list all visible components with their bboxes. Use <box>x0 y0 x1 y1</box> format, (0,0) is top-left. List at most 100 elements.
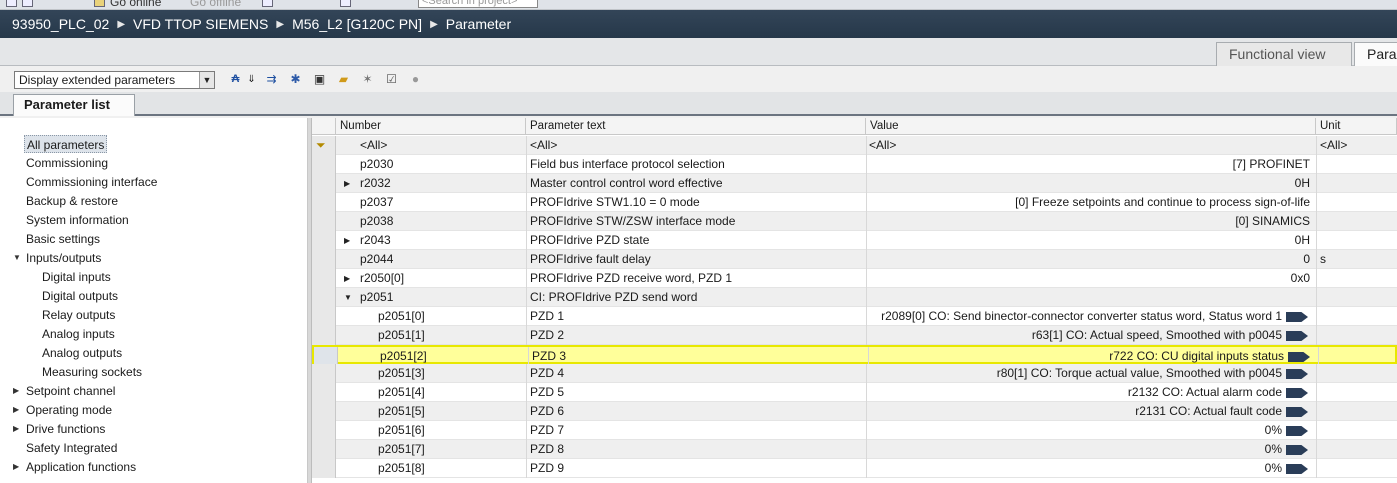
table-row[interactable]: p2051[2] PZD 3 r722 CO: CU digital inputs … <box>312 345 1397 366</box>
sidebar-item[interactable]: Measuring sockets <box>42 363 142 381</box>
status-circle-icon[interactable]: ● <box>408 72 423 87</box>
table-row[interactable]: p2051[3] PZD 4 r80[1] CO: Torque actual va… <box>312 364 1397 383</box>
parameter-value[interactable]: 0H <box>866 231 1312 250</box>
table-row[interactable]: ▶ r2050[0] PROFIdrive PZD receive word, PZ… <box>312 269 1397 288</box>
table-row[interactable]: p2051[7] PZD 8 0% <box>312 440 1397 459</box>
column-header-value[interactable]: Value <box>866 118 1316 135</box>
row-header[interactable] <box>312 421 336 440</box>
sidebar-item[interactable]: Digital outputs <box>42 287 118 305</box>
table-row[interactable]: p2051[5] PZD 6 r2131 CO: Actual fault code <box>312 402 1397 421</box>
wizard-icon[interactable]: ✶ <box>360 72 375 87</box>
go-online-icon[interactable] <box>94 0 105 7</box>
row-header[interactable] <box>312 383 336 402</box>
go-offline-button[interactable]: Go offline <box>190 0 241 9</box>
parameter-value[interactable] <box>866 288 1312 307</box>
row-header[interactable] <box>312 231 336 250</box>
column-header-text[interactable]: Parameter text <box>526 118 866 135</box>
row-header[interactable] <box>312 440 336 459</box>
sidebar-item[interactable]: Relay outputs <box>42 306 115 324</box>
parameter-value[interactable]: 0H <box>866 174 1312 193</box>
row-header[interactable] <box>312 288 336 307</box>
parameter-value[interactable]: r2132 CO: Actual alarm code <box>866 383 1284 402</box>
parameter-value[interactable]: 0% <box>866 459 1284 478</box>
filter-icon[interactable]: ⏷ <box>316 138 332 153</box>
row-header[interactable] <box>312 364 336 383</box>
sidebar-item[interactable]: Backup & restore <box>26 192 118 210</box>
breadcrumb-item[interactable]: M56_L2 [G120C PN] <box>292 16 422 32</box>
connector-arrow-icon[interactable] <box>1286 331 1308 341</box>
breadcrumb-item[interactable]: VFD TTOP SIEMENS <box>133 16 268 32</box>
row-header[interactable] <box>312 250 336 269</box>
table-row[interactable]: p2037 PROFIdrive STW1.10 = 0 mode [0] Free… <box>312 193 1397 212</box>
row-header[interactable] <box>312 155 336 174</box>
save-icon[interactable]: ▣ <box>312 72 327 87</box>
display-mode-select[interactable]: Display extended parameters ▼ <box>14 71 215 89</box>
project-search-input[interactable]: <Search in project> <box>418 0 538 8</box>
toolbar-icon[interactable] <box>22 0 33 7</box>
connector-arrow-icon[interactable] <box>1288 352 1310 362</box>
row-header[interactable] <box>312 269 336 288</box>
table-row[interactable]: ▶ r2032 Master control control word effect… <box>312 174 1397 193</box>
sidebar-item[interactable]: Analog outputs <box>42 344 122 362</box>
parameter-value[interactable]: 0% <box>866 440 1284 459</box>
filter-unit[interactable]: <All> <box>1318 136 1347 155</box>
row-header[interactable] <box>312 459 336 478</box>
connector-arrow-icon[interactable] <box>1286 426 1308 436</box>
table-row[interactable]: ▶ r2043 PROFIdrive PZD state 0H <box>312 231 1397 250</box>
collapsed-arrow-icon[interactable]: ▶ <box>344 269 350 288</box>
sort-icon[interactable]: ₳ <box>228 72 243 87</box>
table-row[interactable]: p2051[8] PZD 9 0% <box>312 459 1397 478</box>
sidebar-item[interactable]: ▶ Operating mode <box>13 401 112 419</box>
table-row[interactable]: p2051[1] PZD 2 r63[1] CO: Actual speed, Sm… <box>312 326 1397 345</box>
connector-arrow-icon[interactable] <box>1286 464 1308 474</box>
connector-arrow-icon[interactable] <box>1286 445 1308 455</box>
sidebar-item[interactable]: All parameters <box>24 135 108 153</box>
table-row[interactable]: ▼ p2051 CI: PROFIdrive PZD send word <box>312 288 1397 307</box>
go-online-button[interactable]: Go online <box>110 0 161 9</box>
sidebar-item[interactable]: Analog inputs <box>42 325 115 343</box>
expanded-arrow-icon[interactable]: ▼ <box>344 288 352 307</box>
row-header[interactable] <box>312 326 336 345</box>
export-icon[interactable]: ⇉ <box>264 72 279 87</box>
parameter-value[interactable]: [0] Freeze setpoints and continue to pro… <box>866 193 1312 212</box>
sidebar-item[interactable]: Commissioning interface <box>26 173 157 191</box>
table-row[interactable]: p2051[4] PZD 5 r2132 CO: Actual alarm code <box>312 383 1397 402</box>
filter-value[interactable]: <All> <box>869 136 896 155</box>
row-header[interactable] <box>312 402 336 421</box>
parameter-value[interactable]: r2089[0] CO: Send binector-connector con… <box>866 307 1284 326</box>
checkbox-icon[interactable]: ☑ <box>384 72 399 87</box>
filter-number[interactable]: <All> <box>360 136 387 155</box>
table-row[interactable]: p2051[6] PZD 7 0% <box>312 421 1397 440</box>
toolbar-icon[interactable] <box>262 0 273 7</box>
column-header-number[interactable]: Number <box>336 118 526 135</box>
sidebar-item[interactable]: Digital inputs <box>42 268 111 286</box>
toolbar-icon[interactable] <box>340 0 351 7</box>
collapsed-arrow-icon[interactable]: ▶ <box>13 420 19 438</box>
tab-parameter-list[interactable]: Parameter list <box>13 94 135 116</box>
sidebar-item[interactable]: ▶ Drive functions <box>13 420 105 438</box>
parameter-value[interactable]: [0] SINAMICS <box>866 212 1312 231</box>
new-icon[interactable]: ✱ <box>288 72 303 87</box>
table-row[interactable]: p2030 Field bus interface protocol select… <box>312 155 1397 174</box>
parameter-value[interactable]: r80[1] CO: Torque actual value, Smoothed… <box>866 364 1284 383</box>
connector-arrow-icon[interactable] <box>1286 369 1308 379</box>
collapsed-arrow-icon[interactable]: ▶ <box>13 458 19 476</box>
tab-parameter-view[interactable]: Parameter view <box>1354 42 1397 66</box>
connector-arrow-icon[interactable] <box>1286 407 1308 417</box>
connector-arrow-icon[interactable] <box>1286 312 1308 322</box>
table-row[interactable]: p2051[0] PZD 1 r2089[0] CO: Send binector-… <box>312 307 1397 326</box>
parameter-value[interactable]: 0 <box>866 250 1312 269</box>
column-header-unit[interactable]: Unit <box>1316 118 1397 135</box>
sidebar-item[interactable]: ▼ Inputs/outputs <box>13 249 101 267</box>
row-header[interactable] <box>312 307 336 326</box>
table-row[interactable]: p2044 PROFIdrive fault delay 0 s <box>312 250 1397 269</box>
breadcrumb-item[interactable]: Parameter <box>446 16 511 32</box>
parameter-value[interactable]: 0% <box>866 421 1284 440</box>
sidebar-item[interactable]: ▶ Setpoint channel <box>13 382 115 400</box>
tab-functional-view[interactable]: Functional view <box>1216 42 1352 66</box>
open-folder-icon[interactable]: ▰ <box>336 72 351 87</box>
parameter-value[interactable]: r2131 CO: Actual fault code <box>866 402 1284 421</box>
sidebar-item[interactable]: Basic settings <box>26 230 100 248</box>
row-header[interactable] <box>312 174 336 193</box>
collapsed-arrow-icon[interactable]: ▶ <box>344 174 350 193</box>
